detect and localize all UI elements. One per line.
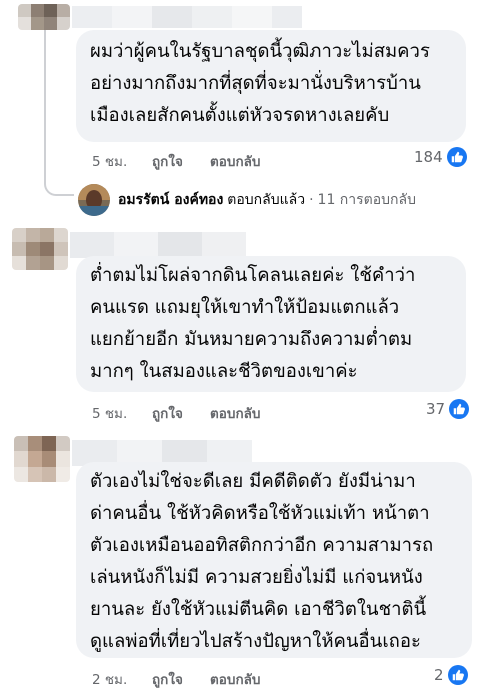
reply-link[interactable]: ตอบกลับ (210, 668, 260, 690)
comment-line: ดูแลพ่อที่เที่ยวไปสร้างปัญหาให้คนอื่นเถอ… (90, 631, 421, 652)
like-icon (446, 147, 467, 167)
commenter-avatar[interactable] (14, 436, 70, 482)
comment-timestamp[interactable]: 5 ชม. (92, 402, 127, 424)
comment-line: ด่าคนอื่น ใช้หัวคิดหรือใช้หัวแม่เท้า หน้… (90, 503, 430, 524)
comment-line: แยกย้ายอีก มันหมายความถึงความต่ำตม (90, 329, 413, 350)
reply-author-avatar (78, 184, 110, 216)
reply-count[interactable]: 11 การตอบกลับ (318, 189, 416, 211)
like-icon (449, 399, 470, 419)
reply-author-name[interactable]: อมรรัตน์ องค์ทอง (118, 189, 223, 211)
reply-separator: · (309, 192, 314, 208)
reaction-summary[interactable]: 37 (426, 399, 470, 419)
reply-link[interactable]: ตอบกลับ (210, 402, 260, 424)
comment-line: ผมว่าผู้คนในรัฐบาลชุดนี้วุฒิภาวะไม่สมควร (90, 41, 430, 62)
comment-bubble: ตัวเองไม่ใช่จะดีเลย มีคดีติดตัว ยังมีน่า… (76, 462, 472, 658)
comment-line: ตัวเองเหมือนออทิสติกกว่าอีก ความสามารถ (90, 535, 434, 556)
like-link[interactable]: ถูกใจ (152, 150, 183, 172)
comment-line: เล่นหนังก็ไม่มี ความสวยยิ่งไม่มี แก่จนหน… (90, 567, 423, 588)
censored-name (72, 6, 302, 28)
comment-bubble: ต่ำตมไม่โผล่จากดินโคลนเลยค่ะ ใช้คำว่า คน… (76, 256, 466, 392)
censored-name (70, 232, 246, 258)
comment-timestamp[interactable]: 5 ชม. (92, 150, 127, 172)
reaction-summary[interactable]: 184 (414, 147, 467, 167)
reaction-summary[interactable]: 2 (434, 665, 468, 685)
reply-link[interactable]: ตอบกลับ (210, 150, 260, 172)
thread-line (44, 30, 46, 180)
reaction-count: 2 (434, 666, 444, 684)
comment-line: ตัวเองไม่ใช่จะดีเลย มีคดีติดตัว ยังมีน่า… (90, 471, 416, 492)
like-icon (447, 665, 468, 685)
commenter-avatar[interactable] (12, 228, 68, 270)
thread-connector (44, 170, 74, 196)
reaction-count: 184 (414, 148, 443, 166)
comment-line: เมืองเลยสักคนตั้งแต่หัวจรดหางเลยคับ (90, 105, 390, 126)
comment-bubble: ผมว่าผู้คนในรัฐบาลชุดนี้วุฒิภาวะไม่สมควร… (76, 30, 466, 142)
like-link[interactable]: ถูกใจ (152, 668, 183, 690)
replies-summary[interactable]: อมรรัตน์ องค์ทอง ตอบกลับแล้ว · 11 การตอบ… (78, 184, 416, 216)
comment-line: อย่างมากถึงมากที่สุดที่จะมานั่งบริหารบ้า… (90, 73, 421, 94)
reaction-count: 37 (426, 400, 446, 418)
comment-timestamp[interactable]: 2 ชม. (92, 668, 127, 690)
reply-action-text: ตอบกลับแล้ว (227, 192, 306, 208)
like-link[interactable]: ถูกใจ (152, 402, 183, 424)
comment-line: ยานละ ยังใช้หัวแม่ตีนคิด เอาชีวิตในชาติน… (90, 599, 427, 620)
comment-line: คนแรด แถมยุให้เขาทำให้ป้อมแตกแล้ว (90, 297, 400, 318)
comment-line: ต่ำตมไม่โผล่จากดินโคลนเลยค่ะ ใช้คำว่า (90, 265, 416, 286)
commenter-avatar[interactable] (18, 4, 70, 30)
comment-line: มากๆ ในสมองและชีวิตของเขาค่ะ (90, 361, 358, 382)
